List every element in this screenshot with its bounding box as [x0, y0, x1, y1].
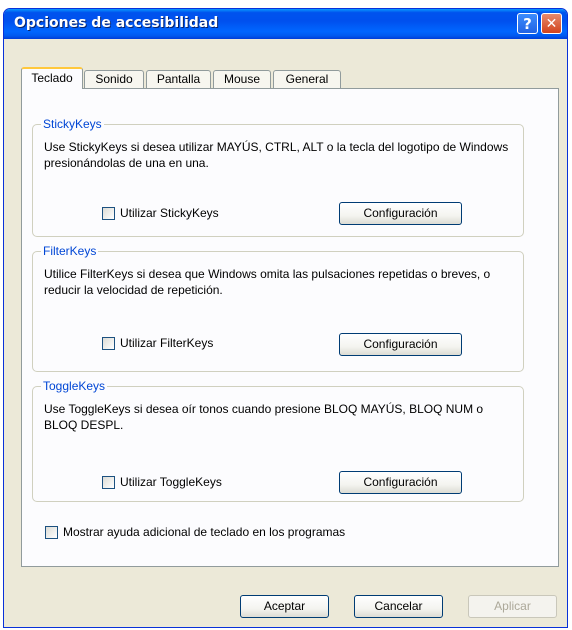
checkbox-box[interactable] — [45, 525, 58, 539]
togglekeys-group: ToggleKeys Use ToggleKeys si desea oír t… — [32, 379, 524, 502]
help-icon: ? — [523, 14, 532, 33]
use-stickykeys-checkbox[interactable]: Utilizar StickyKeys — [102, 206, 219, 220]
button-label: Aplicar — [494, 599, 531, 613]
ok-button[interactable]: Aceptar — [240, 595, 329, 618]
tab-label: Sonido — [95, 72, 133, 86]
togglekeys-description: Use ToggleKeys si desea oír tonos cuando… — [44, 402, 484, 432]
title-bar[interactable]: Opciones de accesibilidad ? ✕ — [4, 9, 567, 39]
filterkeys-group: FilterKeys Utilice FilterKeys si desea q… — [32, 244, 524, 372]
checkbox-label: Utilizar FilterKeys — [120, 336, 214, 350]
checkbox-label: Utilizar StickyKeys — [120, 206, 219, 220]
tab-mouse[interactable]: Mouse — [213, 70, 271, 88]
stickykeys-group: StickyKeys Use StickyKeys si desea utili… — [32, 117, 524, 237]
stickykeys-description: Use StickyKeys si desea utilizar MAYÚS, … — [44, 140, 509, 170]
tab-pantalla[interactable]: Pantalla — [146, 70, 211, 88]
filterkeys-group-title: FilterKeys — [41, 244, 99, 258]
use-togglekeys-checkbox[interactable]: Utilizar ToggleKeys — [102, 475, 222, 489]
show-extra-keyboard-help-checkbox[interactable]: Mostrar ayuda adicional de teclado en lo… — [45, 525, 345, 539]
tab-label: Mouse — [223, 72, 261, 86]
tab-teclado[interactable]: Teclado — [21, 67, 83, 89]
tab-label: Pantalla — [156, 72, 201, 86]
button-label: Configuración — [363, 337, 438, 351]
checkbox-box[interactable] — [102, 475, 115, 489]
keyboard-tab-panel: StickyKeys Use StickyKeys si desea utili… — [21, 88, 559, 567]
checkbox-label: Mostrar ayuda adicional de teclado en lo… — [63, 525, 346, 539]
filterkeys-description: Utilice FilterKeys si desea que Windows … — [44, 267, 491, 297]
close-button[interactable]: ✕ — [541, 13, 562, 34]
close-icon: ✕ — [545, 15, 558, 32]
stickykeys-group-title: StickyKeys — [41, 117, 104, 131]
help-button[interactable]: ? — [517, 13, 538, 34]
togglekeys-group-title: ToggleKeys — [41, 379, 108, 393]
button-label: Aceptar — [263, 599, 306, 613]
accessibility-options-dialog: Opciones de accesibilidad ? ✕ Teclado So… — [3, 8, 568, 628]
stickykeys-settings-button[interactable]: Configuración — [339, 202, 462, 225]
window-title: Opciones de accesibilidad — [14, 15, 219, 31]
tab-label: General — [285, 72, 329, 86]
filterkeys-settings-button[interactable]: Configuración — [339, 333, 462, 356]
button-label: Configuración — [363, 206, 438, 220]
checkbox-box[interactable] — [102, 206, 115, 220]
tab-sonido[interactable]: Sonido — [84, 70, 144, 88]
button-label: Cancelar — [374, 599, 423, 613]
togglekeys-settings-button[interactable]: Configuración — [339, 471, 462, 494]
cancel-button[interactable]: Cancelar — [354, 595, 443, 618]
use-filterkeys-checkbox[interactable]: Utilizar FilterKeys — [102, 336, 213, 350]
tab-general[interactable]: General — [273, 70, 341, 88]
checkbox-box[interactable] — [102, 336, 115, 350]
checkbox-label: Utilizar ToggleKeys — [120, 475, 222, 489]
button-label: Configuración — [363, 475, 438, 489]
tab-label: Teclado — [31, 71, 73, 85]
apply-button[interactable]: Aplicar — [468, 595, 557, 618]
